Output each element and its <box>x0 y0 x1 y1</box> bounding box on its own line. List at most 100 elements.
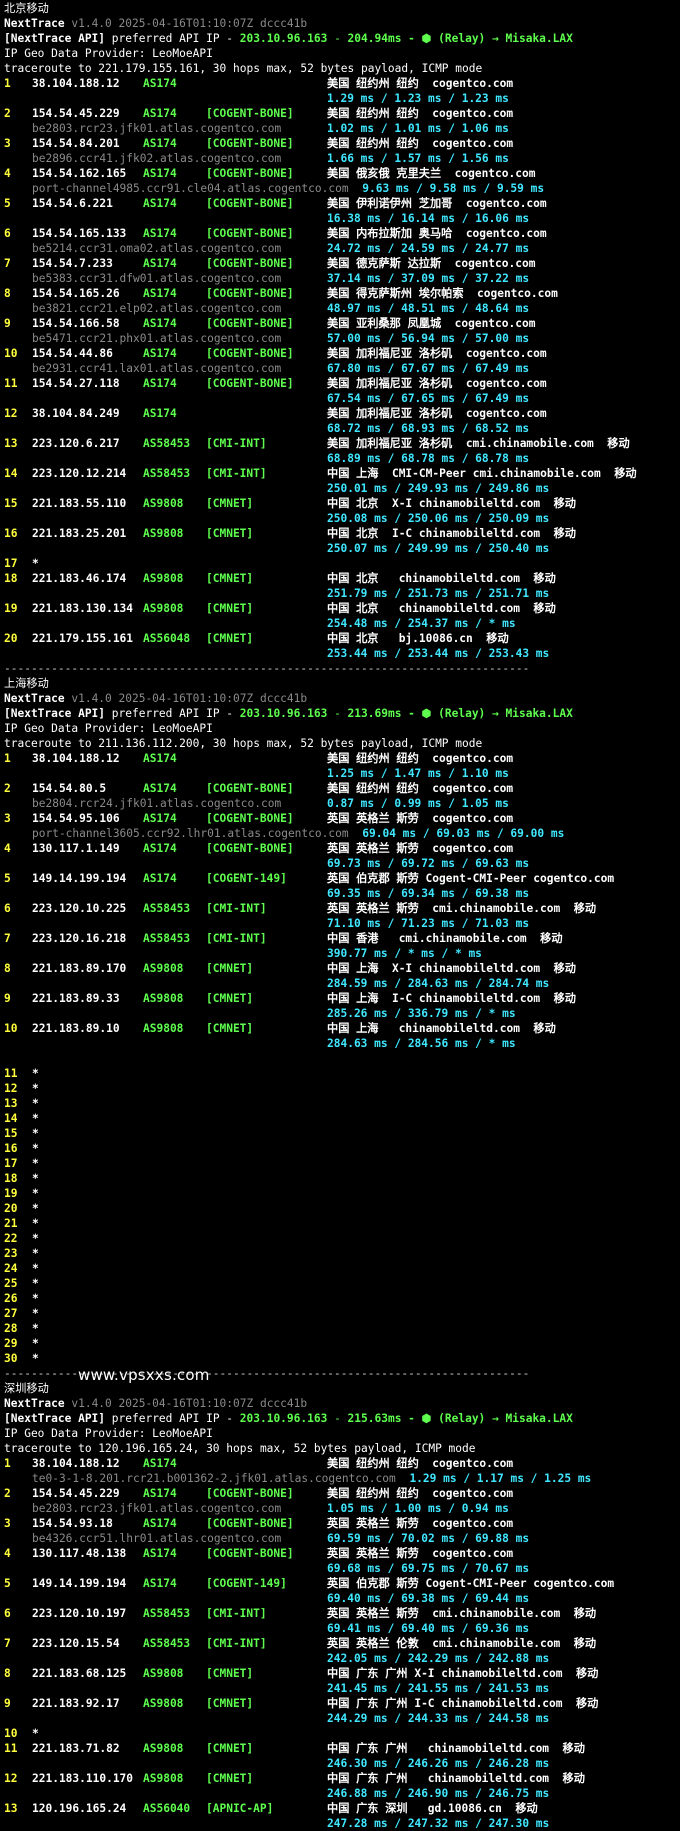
hop-network: [COGENT-BONE] <box>206 167 294 180</box>
hop-number: 8 <box>4 1667 11 1680</box>
hop-number: 20 <box>4 1202 18 1215</box>
hop-rdns: te0-3-1-8.201.rcr21.b001362-2.jfk01.atla… <box>32 1472 396 1485</box>
hop-rdns: be5471.ccr21.phx01.atlas.cogentco.com <box>32 332 282 345</box>
hop-number: 7 <box>4 257 11 270</box>
hop-number: 23 <box>4 1247 18 1260</box>
hop-detail-row: 285.26 ms / 336.79 ms / * ms <box>4 1006 680 1021</box>
hop-network: [CMNET] <box>206 572 254 585</box>
hop-number: 14 <box>4 467 18 480</box>
hop-ip: * <box>32 1142 39 1155</box>
hop-ip: * <box>32 1727 39 1740</box>
hop-detail-row: 254.48 ms / 254.37 ms / * ms <box>4 616 680 631</box>
hop-row: 7 223.120.16.218 AS58453 [CMI-INT] 中国 香港 cmi… <box>4 931 680 946</box>
hop-rtt: 69.73 ms / 69.72 ms / 69.63 ms <box>327 857 530 870</box>
api-dash: - <box>327 707 348 720</box>
api-dash: - <box>327 32 348 45</box>
hop-asn: AS174 <box>143 107 177 120</box>
hop-ip: * <box>32 1337 39 1350</box>
hop-asn: AS174 <box>143 752 177 765</box>
hop-number: 13 <box>4 1097 18 1110</box>
hop-detail-row: 250.01 ms / 249.93 ms / 249.86 ms <box>4 481 680 496</box>
hop-row: 4 130.117.1.149 AS174 [COGENT-BONE] 英国 英格兰 斯… <box>4 841 680 856</box>
hop-network: [CMI-INT] <box>206 1607 267 1620</box>
hop-asn: AS174 <box>143 377 177 390</box>
hop-number: 6 <box>4 902 11 915</box>
hop-rtt: 244.29 ms / 244.33 ms / 244.58 ms <box>327 1712 550 1725</box>
hop-ip: 221.183.46.174 <box>32 572 127 585</box>
hop-detail-row: 242.05 ms / 242.29 ms / 242.88 ms <box>4 1651 680 1666</box>
hop-row: 22 * <box>4 1231 680 1246</box>
hop-row: 12 38.104.84.249 AS174 美国 加利福尼亚 洛杉矶 cogentc… <box>4 406 680 421</box>
hop-number: 22 <box>4 1232 18 1245</box>
app-name: NextTrace <box>4 692 65 705</box>
hop-rtt: 242.05 ms / 242.29 ms / 242.88 ms <box>327 1652 550 1665</box>
app-name: NextTrace <box>4 17 65 30</box>
watermark: www.vpsxxs.com <box>78 1366 210 1384</box>
hop-detail-row: be2804.rcr24.jfk01.atlas.cogentco.com 0.8… <box>4 796 680 811</box>
hop-rtt: 48.97 ms / 48.51 ms / 48.64 ms <box>327 302 530 315</box>
hop-asn: AS174 <box>143 1547 177 1560</box>
hop-ip: 221.183.71.82 <box>32 1742 120 1755</box>
section-title: 北京移动 <box>4 1 680 16</box>
hop-network: [CMNET] <box>206 632 254 645</box>
hop-rtt: 57.00 ms / 56.94 ms / 57.00 ms <box>327 332 530 345</box>
hop-detail-row: 250.07 ms / 249.99 ms / 250.40 ms <box>4 541 680 556</box>
hop-network: [COGENT-149] <box>206 1577 287 1590</box>
hop-row: 4 154.54.162.165 AS174 [COGENT-BONE] 美国 俄亥俄 … <box>4 166 680 181</box>
hop-network: [COGENT-BONE] <box>206 1547 294 1560</box>
hop-asn: AS9808 <box>143 1772 184 1785</box>
hop-ip: * <box>32 1097 39 1110</box>
hop-asn: AS58453 <box>143 932 191 945</box>
hop-row: 18 221.183.46.174 AS9808 [CMNET] 中国 北京 china… <box>4 571 680 586</box>
hop-network: [COGENT-BONE] <box>206 1487 294 1500</box>
hop-row: 6 154.54.165.133 AS174 [COGENT-BONE] 美国 内布拉斯… <box>4 226 680 241</box>
hop-row: 13 223.120.6.217 AS58453 [CMI-INT] 美国 加利福尼亚 … <box>4 436 680 451</box>
hop-network: [CMI-INT] <box>206 1637 267 1650</box>
api-prefix: [NextTrace API] <box>4 707 106 720</box>
hop-row: 1 38.104.188.12 AS174 美国 纽约州 纽约 cogentco.co… <box>4 76 680 91</box>
hop-row: 17 * <box>4 556 680 571</box>
api-ip: 203.10.96.163 <box>239 707 328 720</box>
hop-detail-row: port-channel3605.ccr92.lhr01.atlas.cogen… <box>4 826 680 841</box>
hop-number: 15 <box>4 1127 18 1140</box>
hop-number: 28 <box>4 1322 18 1335</box>
hop-row: 10 221.183.89.10 AS9808 [CMNET] 中国 上海 chinam… <box>4 1021 680 1036</box>
hop-asn: AS9808 <box>143 992 184 1005</box>
hop-row: 4 130.117.48.138 AS174 [COGENT-BONE] 英国 英格兰 … <box>4 1546 680 1561</box>
hop-geo: 美国 纽约州 纽约 cogentco.com <box>327 77 514 90</box>
hop-number: 9 <box>4 992 11 1005</box>
line-text: NextTrace v1.4.0 2025-04-16T01:10:07Z dc… <box>4 16 307 31</box>
hop-rtt: 250.07 ms / 249.99 ms / 250.40 ms <box>327 542 550 555</box>
hop-ip: * <box>32 1202 39 1215</box>
hop-ip: 154.54.166.58 <box>32 317 120 330</box>
hop-network: [COGENT-BONE] <box>206 197 294 210</box>
hop-detail-row: be2896.ccr41.jfk02.atlas.cogentco.com 1.6… <box>4 151 680 166</box>
hop-rtt: 67.54 ms / 67.65 ms / 67.49 ms <box>327 392 530 405</box>
hop-asn: AS174 <box>143 872 177 885</box>
hop-ip: 221.183.89.33 <box>32 992 120 1005</box>
hop-detail-row: 69.40 ms / 69.38 ms / 69.44 ms <box>4 1591 680 1606</box>
hop-detail-row: be4326.ccr51.lhr01.atlas.cogentco.com 69.… <box>4 1531 680 1546</box>
section-title: 北京移动 <box>4 2 49 15</box>
hop-network: [COGENT-BONE] <box>206 287 294 300</box>
hop-row: 6 223.120.10.225 AS58453 [CMI-INT] 英国 英格兰 斯劳… <box>4 901 680 916</box>
hop-rdns: be2804.rcr24.jfk01.atlas.cogentco.com <box>32 797 282 810</box>
hop-number: 11 <box>4 1742 18 1755</box>
hop-ip: * <box>32 1067 39 1080</box>
hop-ip: * <box>32 1322 39 1335</box>
hop-rtt: 69.68 ms / 69.75 ms / 70.67 ms <box>327 1562 530 1575</box>
hop-ip: 154.54.162.165 <box>32 167 127 180</box>
hop-asn: AS174 <box>143 257 177 270</box>
hop-number: 1 <box>4 77 11 90</box>
hop-detail-row: 68.89 ms / 68.78 ms / 68.78 ms <box>4 451 680 466</box>
hop-geo: 美国 纽约州 纽约 cogentco.com <box>327 137 514 150</box>
hop-ip: * <box>32 1352 39 1365</box>
hop-network: [COGENT-BONE] <box>206 782 294 795</box>
line-text: [NextTrace API] preferred API IP - 203.1… <box>4 31 573 46</box>
hop-number: 17 <box>4 1157 18 1170</box>
hop-ip: * <box>32 1127 39 1140</box>
hop-geo: 中国 北京 chinamobileltd.com 移动 <box>327 602 556 615</box>
hop-rtt: 69.35 ms / 69.34 ms / 69.38 ms <box>327 887 530 900</box>
hop-number: 8 <box>4 962 11 975</box>
hop-rtt: 68.89 ms / 68.78 ms / 68.78 ms <box>327 452 530 465</box>
